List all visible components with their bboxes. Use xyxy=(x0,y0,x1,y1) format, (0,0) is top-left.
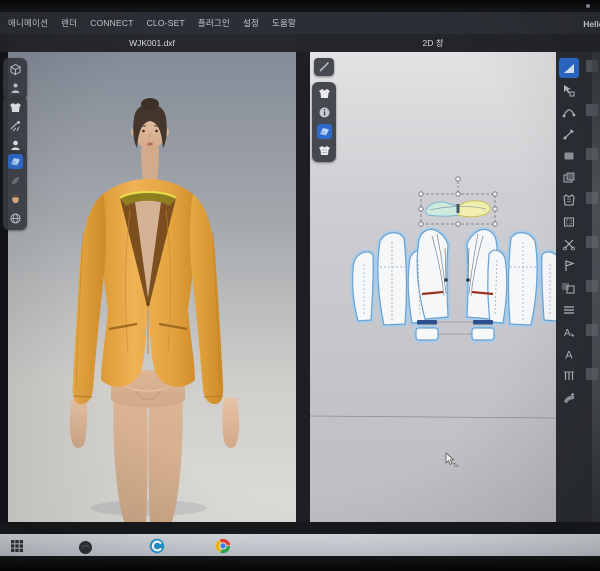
mouse-cursor xyxy=(444,452,460,473)
chrome-icon[interactable] xyxy=(214,537,232,555)
text-icon[interactable]: A xyxy=(559,344,579,364)
cut-and-sew-icon[interactable] xyxy=(559,234,579,254)
garment-display-icon[interactable] xyxy=(317,86,332,101)
rectangle-icon[interactable] xyxy=(559,146,579,166)
svg-text:A: A xyxy=(564,328,571,339)
pleats-icon[interactable] xyxy=(559,366,579,386)
start-grid-icon[interactable] xyxy=(8,537,26,555)
toolbar-3d-group-2 xyxy=(3,96,27,157)
pattern-board xyxy=(310,52,556,522)
trim-icon[interactable] xyxy=(8,173,23,188)
svg-text:A: A xyxy=(565,350,573,362)
clo-app-icon[interactable] xyxy=(148,537,166,555)
toolbar-2d-right: A A xyxy=(556,52,600,522)
edit-curvature-icon[interactable] xyxy=(559,102,579,122)
sewing-tools-icon[interactable] xyxy=(8,119,23,134)
tab-3d-file[interactable]: WJK001.dxf xyxy=(8,34,296,52)
pen-tool-icon[interactable] xyxy=(314,58,334,76)
avatar-3d-render xyxy=(8,52,296,522)
texture-display-icon[interactable] xyxy=(317,143,332,158)
panel-divider[interactable] xyxy=(296,52,310,522)
menu-settings[interactable]: 설정 xyxy=(243,17,259,29)
screen-bottom-edge xyxy=(0,522,600,534)
avatar-display-icon[interactable] xyxy=(8,81,23,96)
menu-render[interactable]: 렌더 xyxy=(61,17,77,29)
browse-icon[interactable] xyxy=(8,211,23,226)
system-app-icon[interactable] xyxy=(76,538,94,556)
menu-help[interactable]: 도움말 xyxy=(272,17,296,29)
monitor-top-bezel xyxy=(0,0,600,12)
notch-icon[interactable] xyxy=(559,256,579,276)
avatar-face-icon[interactable] xyxy=(8,192,23,207)
toolbar-2d-display-group xyxy=(312,82,336,162)
monitor-photo: 애니메이션 렌더 CONNECT CLO-SET 플러그인 설정 도움말 Hel… xyxy=(0,0,600,571)
edit-text-icon[interactable]: A xyxy=(559,322,579,342)
toolbar-3d-group-1 xyxy=(3,58,27,100)
internal-lines-icon[interactable] xyxy=(559,300,579,320)
seam-allowance-icon[interactable] xyxy=(559,212,579,232)
monitor-bottom-bezel xyxy=(0,556,600,571)
grading-icon[interactable] xyxy=(559,278,579,298)
panel-2d-title: 2D 창 xyxy=(310,34,556,52)
menu-bar: 애니메이션 렌더 CONNECT CLO-SET 플러그인 설정 도움말 xyxy=(0,12,600,34)
zipper-icon[interactable] xyxy=(559,388,579,408)
fabric-icon[interactable] xyxy=(8,154,23,169)
viewport-3d[interactable] xyxy=(8,52,296,522)
menu-plugin[interactable]: 플러그인 xyxy=(198,17,230,29)
menu-clo-set[interactable]: CLO-SET xyxy=(147,18,185,28)
menu-connect[interactable]: CONNECT xyxy=(90,18,133,28)
user-greeting: Hello xyxy=(583,19,600,29)
monitor-right-bezel xyxy=(592,52,600,522)
library-window-icon[interactable] xyxy=(8,62,23,77)
viewport-2d[interactable] xyxy=(310,52,556,522)
polygon-icon[interactable] xyxy=(559,168,579,188)
webcam-dot xyxy=(586,4,590,8)
menu-animation[interactable]: 애니메이션 xyxy=(8,17,48,29)
transform-pattern-icon[interactable] xyxy=(559,58,579,78)
info-icon[interactable] xyxy=(317,105,332,120)
trace-icon[interactable] xyxy=(559,190,579,210)
add-point-icon[interactable] xyxy=(559,124,579,144)
simulation-garment-icon[interactable] xyxy=(8,100,23,115)
edit-pattern-icon[interactable] xyxy=(559,80,579,100)
toolbar-3d-group-3 xyxy=(3,150,27,230)
fabric-icon[interactable] xyxy=(317,124,332,139)
